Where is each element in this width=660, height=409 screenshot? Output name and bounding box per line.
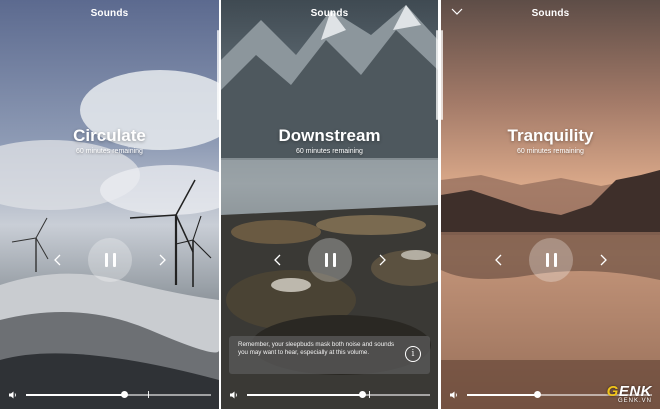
sound-title: Circulate [73, 126, 146, 145]
chevron-right-icon[interactable] [377, 253, 387, 267]
time-remaining: 60 minutes remaining [76, 148, 143, 155]
volume-warning-toast: Remember, your sleepbuds mask both noise… [229, 336, 430, 374]
pause-icon [324, 253, 328, 267]
volume-fill [467, 394, 538, 396]
pause-icon [545, 253, 549, 267]
time-remaining: 60 minutes remaining [296, 148, 363, 155]
watermark-logo: GENK GENK.VN [607, 383, 652, 404]
screen-header: Sounds [310, 8, 349, 19]
time-remaining: 60 minutes remaining [517, 148, 584, 155]
volume-knob[interactable] [533, 391, 541, 398]
volume-knob[interactable] [358, 391, 366, 398]
pause-button[interactable] [529, 238, 573, 282]
volume-limit-tick [369, 391, 370, 398]
sound-screen-circulate: Sounds Circulate 60 minutes remaining [0, 0, 219, 409]
info-icon[interactable]: i [405, 346, 421, 362]
chevron-left-icon[interactable] [494, 253, 504, 267]
volume-limit-tick [148, 391, 149, 398]
sound-screen-downstream: Sounds Downstream 60 minutes remaining R… [221, 0, 438, 409]
background-image-sunset-lake [441, 0, 660, 409]
volume-fill [247, 394, 363, 396]
sound-title: Downstream [278, 126, 381, 145]
speaker-icon [9, 391, 16, 399]
volume-fill [26, 394, 125, 396]
pause-button[interactable] [88, 238, 132, 282]
sound-screen-tranquility: Sounds Tranquility 60 minutes remaining … [441, 0, 660, 409]
page-edge-indicator [217, 30, 219, 120]
screen-header: Sounds [531, 8, 570, 19]
volume-knob[interactable] [120, 391, 128, 398]
chevron-left-icon[interactable] [53, 253, 63, 267]
pause-button[interactable] [308, 238, 352, 282]
page-edge-indicator [441, 30, 443, 120]
sound-title: Tranquility [507, 126, 594, 145]
speaker-icon [450, 391, 457, 399]
chevron-right-icon[interactable] [598, 253, 608, 267]
chevron-left-icon[interactable] [273, 253, 283, 267]
background-image-wind-turbines [0, 0, 219, 409]
screen-header: Sounds [90, 8, 129, 19]
chevron-right-icon[interactable] [157, 253, 167, 267]
toast-message: Remember, your sleepbuds mask both noise… [238, 341, 395, 356]
volume-slider[interactable] [229, 389, 430, 401]
speaker-icon [230, 391, 237, 399]
volume-slider[interactable] [8, 389, 211, 401]
pause-icon [104, 253, 108, 267]
page-edge-indicator [436, 30, 438, 120]
